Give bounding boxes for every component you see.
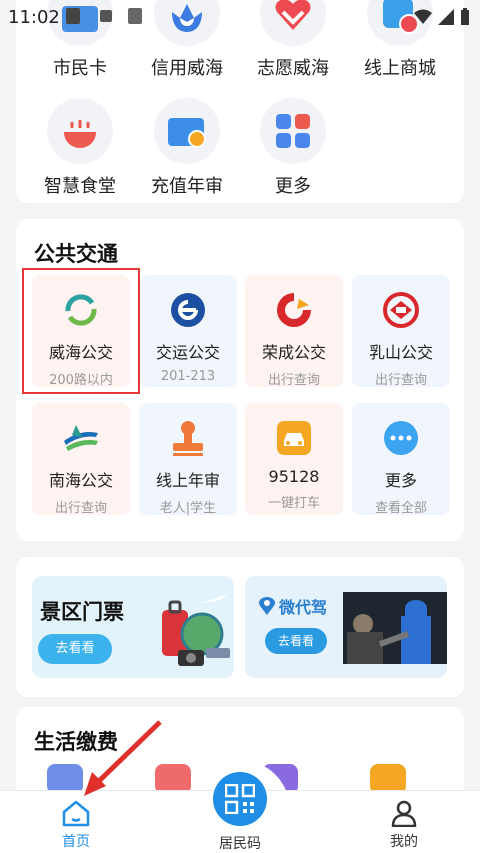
tile-name: 威海公交 [48,343,113,362]
promo-scenic-tickets[interactable]: 景区门票 去看看 [32,576,234,678]
nanhai-bus-icon [62,419,100,457]
service-label: 智慧食堂 [44,176,116,197]
nav-resident-code-label-wrap: 居民码 [210,833,270,853]
stamp-icon [169,419,207,457]
scenic-go-button[interactable]: 去看看 [38,634,112,664]
tile-name: 荣成公交 [261,343,326,362]
tile-sub: 201-213 [160,369,216,384]
service-label: 线上商城 [364,58,436,79]
tile-sub: 出行查询 [374,373,427,388]
public-transport-title: 公共交通 [34,242,118,266]
daijia-go-button[interactable]: 去看看 [265,628,327,654]
nav-home[interactable]: 首页 [52,799,100,851]
status-bar: 11:02 [0,0,480,34]
service-label: 市民卡 [53,58,107,79]
tile-jiaoyun-bus[interactable]: 交运公交 201-213 [139,275,237,387]
daijia-logo: 微代驾 [259,594,327,618]
wifi-icon [414,9,432,24]
tile-name: 95128 [268,467,320,486]
driver-photo [343,592,447,664]
notification-icon [66,8,80,24]
tile-weihai-bus[interactable]: 威海公交 200路以内 [32,275,130,388]
nav-resident-code-label: 居民码 [219,836,261,852]
tile-sub: 一键打车 [267,496,320,511]
life-payment-title: 生活缴费 [34,730,118,754]
tile-sub: 出行查询 [267,373,320,388]
user-icon [391,800,417,827]
tile-95128-taxi[interactable]: 95128 一键打车 [245,403,343,515]
tile-name: 线上年审 [155,471,220,490]
tile-sub: 出行查询 [54,501,107,516]
tile-online-annual-review[interactable]: 线上年审 老人|学生 [139,403,237,516]
suitcase-globe-icon [162,594,230,666]
qr-code-icon [225,784,255,814]
tile-name: 乳山公交 [368,343,433,362]
service-more[interactable]: 更多 [243,98,343,198]
tile-sub: 200路以内 [49,373,113,388]
nav-mine[interactable]: 我的 [380,799,428,851]
keyboard-a-icon [100,10,112,22]
service-label: 志愿威海 [257,58,329,79]
service-label: 充值年审 [151,176,223,197]
home-icon [62,800,90,827]
service-smart-canteen[interactable]: 智慧食堂 [30,98,130,198]
rongcheng-bus-icon [275,291,313,329]
system-icons [414,8,470,26]
tile-rushan-bus[interactable]: 乳山公交 出行查询 [352,275,450,388]
promo-daijia[interactable]: 微代驾 去看看 [245,576,447,678]
tile-name: 南海公交 [48,471,113,490]
weihai-bus-icon [62,291,100,329]
canteen-bowl-icon [47,98,113,164]
promo-scenic-title: 景区门票 [40,600,124,624]
nav-home-label: 首页 [62,834,90,850]
tile-rongcheng-bus[interactable]: 荣成公交 出行查询 [245,275,343,388]
status-time: 11:02 [8,7,60,28]
daijia-logo-text: 微代驾 [279,598,328,617]
jiaoyun-bus-icon [169,291,207,329]
signal-icon [438,9,454,25]
resident-code-button[interactable] [213,772,267,826]
rushan-bus-icon [382,291,420,329]
more-dots-icon [382,419,420,457]
tile-name: 交运公交 [155,343,220,362]
nav-mine-label: 我的 [390,834,418,850]
more-grid-icon [260,98,326,164]
tile-more-transport[interactable]: 更多 查看全部 [352,403,450,516]
tile-sub: 老人|学生 [159,501,217,516]
tile-sub: 查看全部 [374,501,427,516]
taxi-icon [275,419,313,457]
recharge-card-icon [154,98,220,164]
service-recharge-annual[interactable]: 充值年审 [137,98,237,198]
service-label: 信用威海 [151,58,223,79]
location-pin-icon [259,597,275,615]
app-square-icon [128,8,142,24]
tile-nanhai-bus[interactable]: 南海公交 出行查询 [32,403,130,516]
tile-name: 更多 [384,471,417,490]
battery-icon [461,8,469,25]
service-label: 更多 [275,176,311,197]
